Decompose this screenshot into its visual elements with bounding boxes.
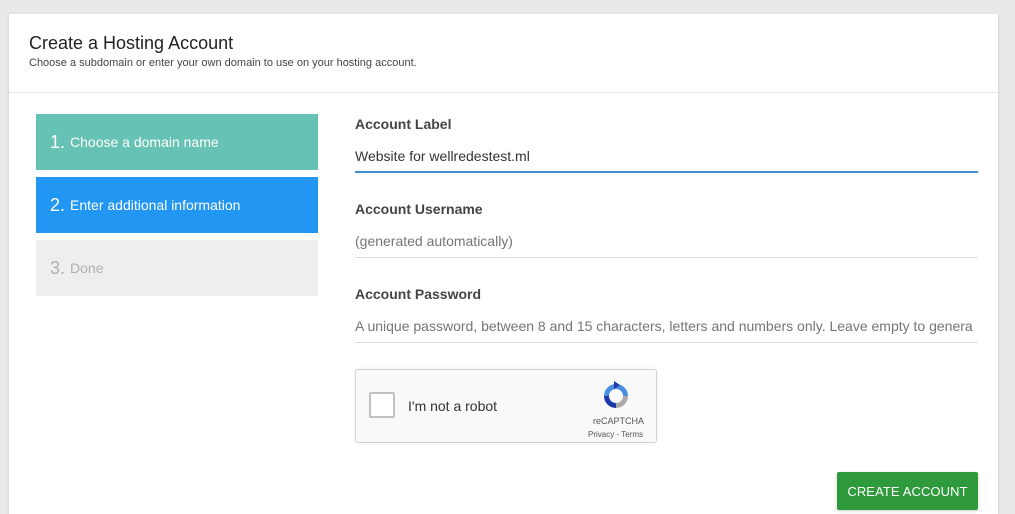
wizard-steps: 1. Choose a domain name 2. Enter additio… <box>36 114 318 303</box>
step-additional-info[interactable]: 2. Enter additional information <box>36 177 318 233</box>
step-done: 3. Done <box>36 240 318 296</box>
recaptcha-widget: I'm not a robot reCAPTCHA Privacy - Term… <box>355 369 657 443</box>
step-label: Done <box>70 260 104 276</box>
recaptcha-brand: reCAPTCHA <box>592 416 644 426</box>
account-username-label: Account Username <box>355 201 483 217</box>
recaptcha-label: I'm not a robot <box>408 398 498 414</box>
page-subtitle: Choose a subdomain or enter your own dom… <box>29 57 417 69</box>
account-username-underline <box>355 257 978 258</box>
account-username-input[interactable] <box>355 227 978 255</box>
step-number: 1. <box>50 131 66 152</box>
account-password-underline <box>355 342 978 343</box>
recaptcha-links[interactable]: Privacy - Terms <box>588 430 643 439</box>
page-title: Create a Hosting Account <box>29 33 234 53</box>
step-number: 3. <box>50 257 66 278</box>
step-label: Choose a domain name <box>70 134 219 150</box>
account-password-input[interactable] <box>355 312 978 340</box>
card-header: Create a Hosting Account Choose a subdom… <box>9 14 998 93</box>
recaptcha-logo-icon <box>604 381 628 408</box>
account-label-input[interactable] <box>355 142 978 170</box>
create-account-card: Create a Hosting Account Choose a subdom… <box>9 14 998 514</box>
create-account-button[interactable]: CREATE ACCOUNT <box>837 472 978 510</box>
account-label-underline <box>355 171 978 173</box>
step-number: 2. <box>50 194 66 215</box>
account-password-label: Account Password <box>355 286 482 302</box>
step-choose-domain[interactable]: 1. Choose a domain name <box>36 114 318 170</box>
account-label-label: Account Label <box>355 116 452 132</box>
step-label: Enter additional information <box>70 197 241 213</box>
recaptcha-checkbox[interactable] <box>369 392 395 418</box>
